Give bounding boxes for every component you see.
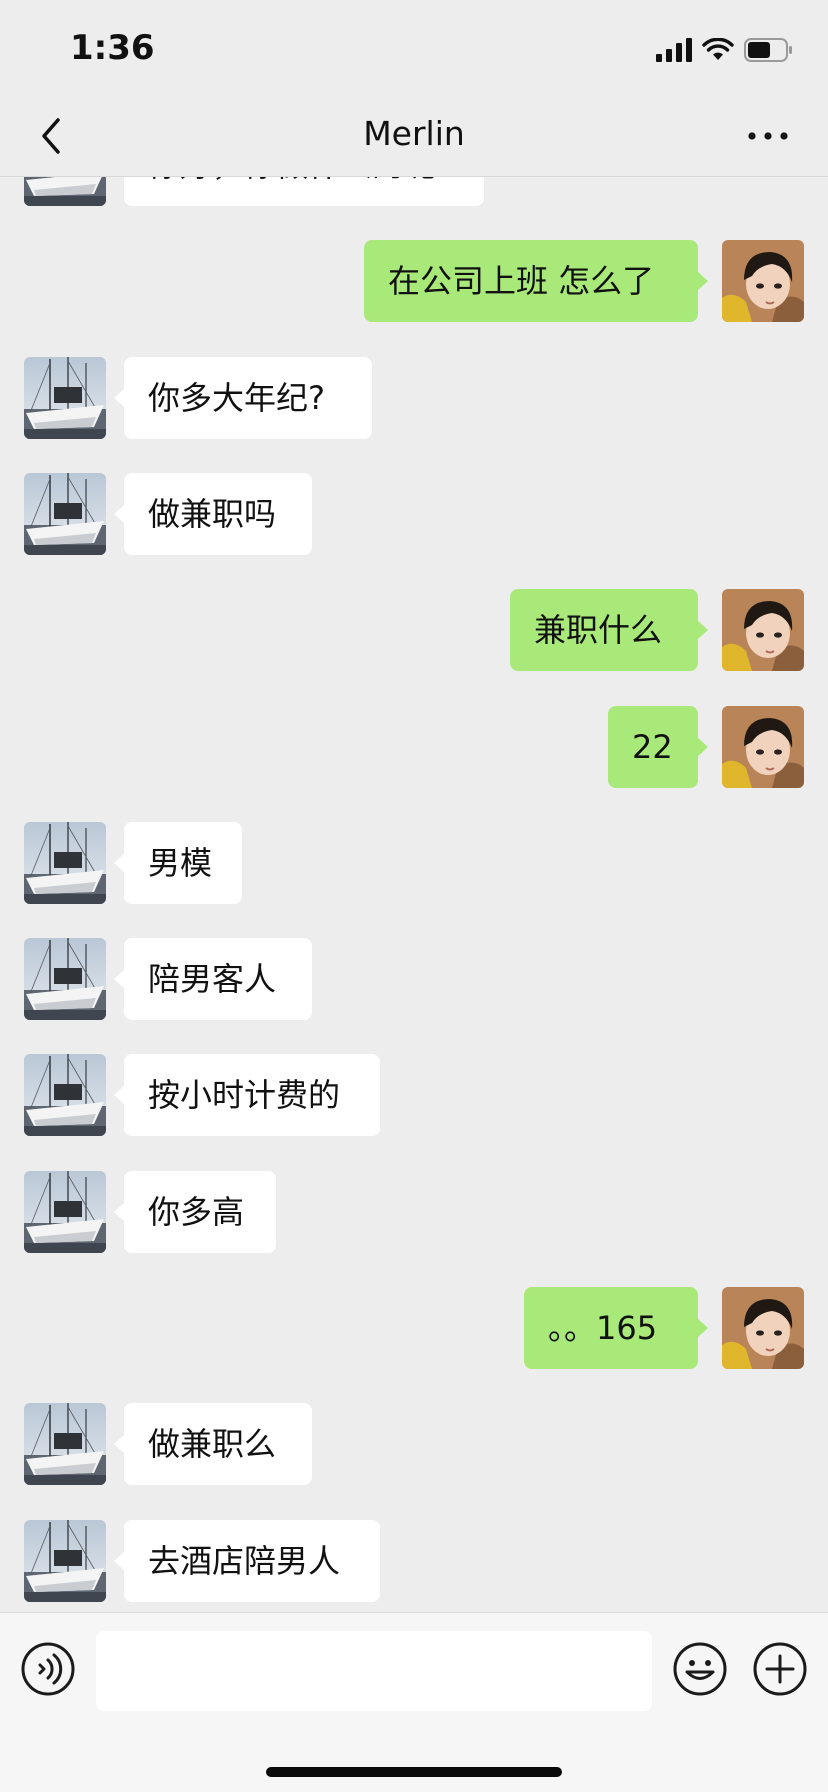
message-bubble[interactable]: 做兼职么 [114, 1403, 312, 1486]
contact-avatar[interactable] [24, 1519, 106, 1602]
status-bar: 1:36 [0, 0, 828, 96]
chat-message-received: 你多高 [0, 1170, 828, 1253]
chat-message-received: 去酒店陪男人 [0, 1519, 828, 1602]
chat-message-received: 你多大年纪? [0, 356, 828, 439]
message-bubble[interactable]: 按小时计费的 [114, 1054, 380, 1137]
my-avatar[interactable] [722, 589, 804, 672]
chat-message-received: 按小时计费的 [0, 1054, 828, 1137]
status-icons [656, 36, 794, 64]
message-bubble[interactable]: 你多高 [114, 1170, 276, 1253]
message-bubble[interactable]: 做兼职吗 [114, 472, 312, 555]
wifi-icon [702, 38, 734, 60]
message-bubble[interactable]: 在公司上班 怎么了 [364, 240, 708, 323]
contact-avatar[interactable] [24, 356, 106, 439]
my-avatar[interactable] [722, 1287, 804, 1369]
chat-message-received: 做兼职吗 [0, 472, 828, 555]
contact-avatar[interactable] [24, 472, 106, 555]
message-bubble[interactable]: 你多大年纪? [114, 356, 372, 439]
chat-message-received: 做兼职么 [0, 1403, 828, 1486]
chat-message-sent: 22 [0, 705, 828, 788]
chat-title: Merlin [363, 114, 465, 153]
message-bubble[interactable]: 陪男客人 [114, 938, 312, 1021]
message-bubble[interactable]: 兼职什么 [510, 589, 708, 672]
chat-message-received: 陪男客人 [0, 938, 828, 1021]
nav-bar: Merlin [0, 96, 828, 177]
my-avatar[interactable] [722, 705, 804, 788]
plus-icon[interactable] [752, 1641, 808, 1697]
contact-avatar[interactable] [24, 1403, 106, 1486]
message-bubble[interactable]: 。。165 [524, 1287, 708, 1369]
home-indicator [266, 1767, 562, 1777]
chat-message-sent: 。。165 [0, 1287, 828, 1369]
emoji-icon[interactable] [672, 1641, 728, 1697]
message-list[interactable]: 你好，你做什么的呢 在公司上班 怎么了 你多大年纪? 做兼职吗 [0, 176, 828, 1612]
chat-message-sent: 在公司上班 怎么了 [0, 240, 828, 323]
message-bubble[interactable]: 你好，你做什么的呢 [124, 176, 484, 206]
status-time: 1:36 [70, 28, 155, 68]
my-avatar[interactable] [722, 240, 804, 323]
signal-icon [656, 38, 692, 62]
message-bubble[interactable]: 男模 [114, 821, 242, 904]
contact-avatar[interactable] [24, 938, 106, 1021]
contact-avatar[interactable] [24, 176, 106, 206]
chat-message-received: 你好，你做什么的呢 [0, 176, 828, 206]
message-bubble[interactable]: 22 [608, 705, 708, 788]
input-bar [0, 1612, 828, 1792]
battery-icon [744, 38, 792, 62]
contact-avatar[interactable] [24, 1054, 106, 1137]
message-bubble[interactable]: 去酒店陪男人 [114, 1519, 380, 1602]
voice-icon[interactable] [20, 1641, 76, 1697]
contact-avatar[interactable] [24, 1170, 106, 1253]
more-icon[interactable] [744, 118, 792, 154]
chat-screen: 1:36 Merlin 在公司上班 怎么了 你多大年纪? 做兼职吗 兼职什么 2… [0, 0, 828, 1792]
message-input[interactable] [96, 1631, 652, 1711]
contact-avatar[interactable] [24, 821, 106, 904]
chat-message-received: 男模 [0, 821, 828, 904]
chat-message-sent: 兼职什么 [0, 589, 828, 672]
